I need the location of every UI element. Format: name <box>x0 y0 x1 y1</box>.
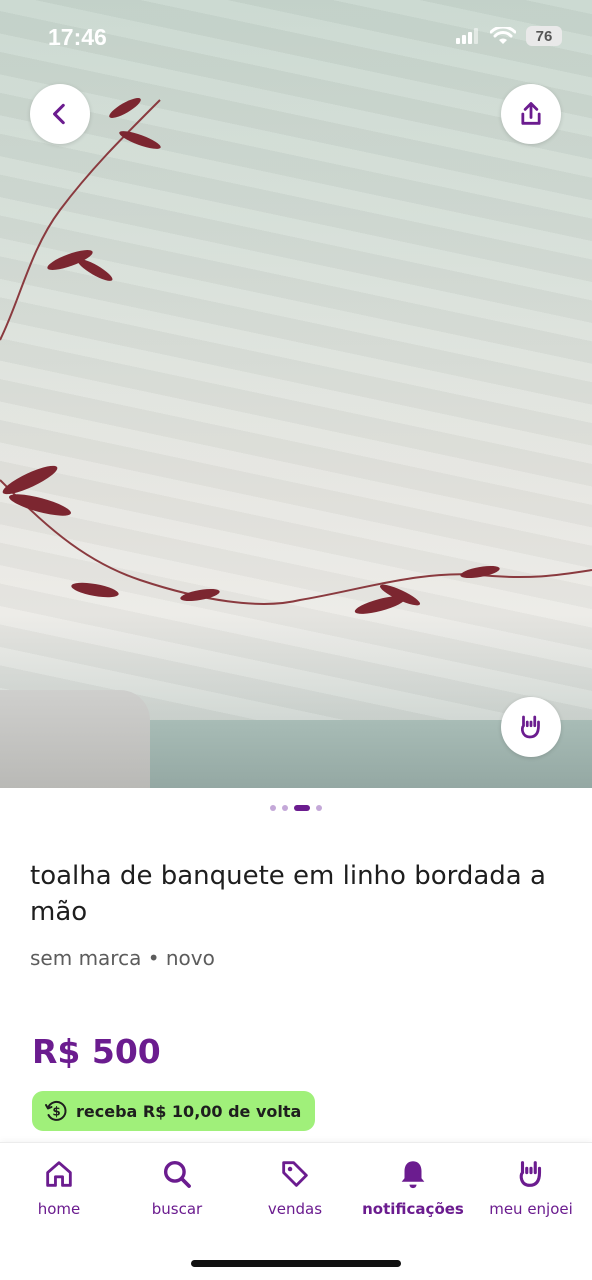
chevron-left-icon <box>53 103 65 125</box>
product-subtitle: sem marca • novo <box>30 946 215 970</box>
nav-label: home <box>37 1200 81 1218</box>
gallery-dot[interactable] <box>316 805 322 811</box>
bell-icon <box>401 1161 425 1189</box>
gallery-dot[interactable] <box>282 805 288 811</box>
back-button[interactable] <box>30 84 90 144</box>
nav-item-buscar[interactable]: buscar <box>118 1157 236 1218</box>
gallery-dot[interactable] <box>270 805 276 811</box>
product-title: toalha de banquete em linho bordada a mã… <box>30 861 546 927</box>
status-indicators: 76 <box>456 26 562 46</box>
nav-label: vendas <box>267 1200 323 1218</box>
tag-icon <box>282 1161 308 1187</box>
signal-icon <box>456 28 478 44</box>
rock-hand-icon <box>520 715 540 739</box>
battery-indicator: 76 <box>526 26 562 46</box>
share-icon <box>521 102 541 125</box>
product-price: R$ 500 <box>32 1032 161 1071</box>
rock-hand-icon <box>519 1161 542 1187</box>
search-icon <box>163 1160 191 1188</box>
gallery-pagination <box>0 805 592 811</box>
home-icon <box>46 1161 72 1187</box>
nav-item-notificacoes[interactable]: notificações <box>354 1157 472 1218</box>
dollar-circle-icon: $ <box>45 1100 67 1121</box>
nav-item-vendas[interactable]: vendas <box>236 1157 354 1218</box>
nav-label: buscar <box>151 1200 203 1218</box>
wifi-icon <box>490 27 516 44</box>
svg-text:$: $ <box>52 1105 60 1119</box>
home-indicator <box>191 1260 401 1267</box>
gallery-dot-active[interactable] <box>294 805 310 811</box>
status-time: 17:46 <box>48 24 107 50</box>
share-button[interactable] <box>501 84 561 144</box>
status-bar: 17:46 76 <box>0 0 592 74</box>
cashback-badge[interactable]: $ receba R$ 10,00 de volta <box>32 1091 316 1131</box>
cashback-text: receba R$ 10,00 de volta <box>76 1101 302 1121</box>
nav-item-meu-enjoei[interactable]: meu enjoei <box>472 1157 590 1218</box>
nav-label: meu enjoei <box>489 1200 573 1218</box>
enjoei-like-button[interactable] <box>501 697 561 757</box>
nav-item-home[interactable]: home <box>0 1157 118 1218</box>
nav-label: notificações <box>362 1200 464 1218</box>
